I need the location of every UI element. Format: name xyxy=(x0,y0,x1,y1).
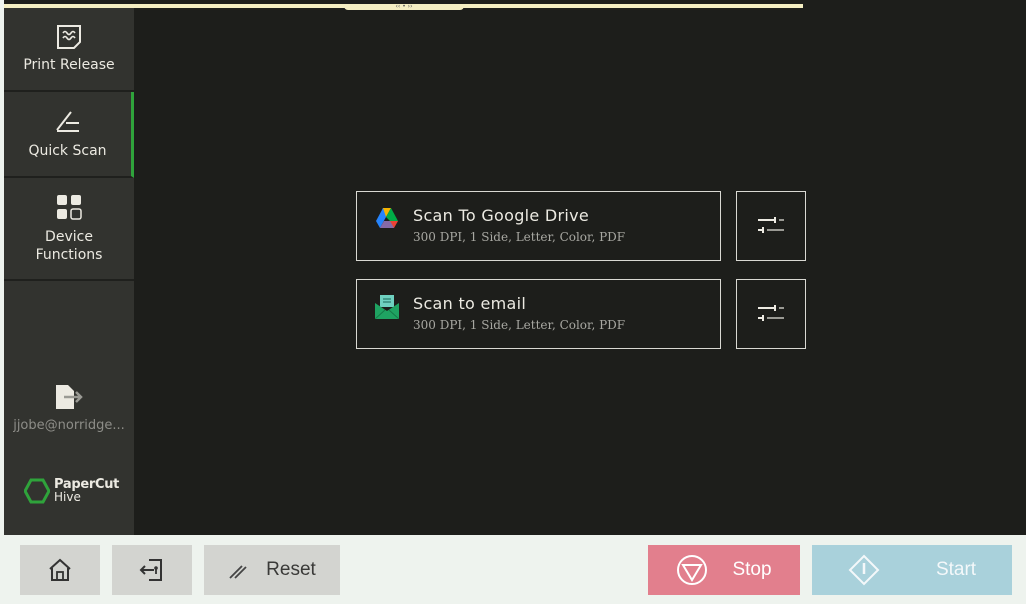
sidebar-item-label: Device Functions xyxy=(35,229,103,263)
scan-details: 300 DPI, 1 Side, Letter, Color, PDF xyxy=(413,318,626,332)
device-functions-icon xyxy=(57,195,82,220)
google-drive-options-button[interactable] xyxy=(736,191,806,261)
email-options-button[interactable] xyxy=(736,279,806,349)
quick-scan-icon xyxy=(55,111,79,132)
scan-details: 300 DPI, 1 Side, Letter, Color, PDF xyxy=(413,230,626,244)
scan-to-google-drive-card[interactable]: Scan To Google Drive 300 DPI, 1 Side, Le… xyxy=(356,191,721,261)
hexagon-logo-icon xyxy=(24,478,50,504)
sidebar: Print Release Quick Scan Device Function… xyxy=(4,8,134,535)
sidebar-item-device-functions[interactable]: Device Functions xyxy=(4,178,134,281)
home-button[interactable] xyxy=(20,545,100,595)
reset-label: Reset xyxy=(266,559,316,580)
main-screen xyxy=(4,0,1026,535)
stop-button[interactable]: Stop xyxy=(648,545,800,595)
logout-icon xyxy=(56,385,83,409)
top-pull-handle[interactable]: ‹‹ • ›› xyxy=(344,4,464,10)
print-release-icon xyxy=(57,25,81,49)
home-icon xyxy=(49,558,71,581)
start-icon xyxy=(848,554,880,586)
device-logout-button[interactable] xyxy=(112,545,192,595)
stop-label: Stop xyxy=(732,559,772,580)
device-logout-icon xyxy=(139,559,162,581)
reset-button[interactable]: Reset xyxy=(204,545,340,595)
user-logout[interactable]: jjobe@norridge... xyxy=(4,382,134,433)
start-label: Start xyxy=(935,559,977,580)
start-button[interactable]: Start xyxy=(812,545,1012,595)
settings-sliders-icon xyxy=(758,305,784,321)
sidebar-item-label: Quick Scan xyxy=(28,143,107,159)
stop-icon xyxy=(677,555,708,585)
sidebar-item-print-release[interactable]: Print Release xyxy=(4,8,134,92)
logo-line2: Hive xyxy=(54,490,81,504)
reset-icon xyxy=(229,565,247,579)
scan-title: Scan To Google Drive xyxy=(413,206,590,225)
sidebar-item-label: Print Release xyxy=(23,57,115,73)
sidebar-item-quick-scan[interactable]: Quick Scan xyxy=(4,92,134,178)
scan-to-email-card[interactable]: Scan to email 300 DPI, 1 Side, Letter, C… xyxy=(356,279,721,349)
user-account-label: jjobe@norridge... xyxy=(13,418,125,433)
settings-sliders-icon xyxy=(758,217,784,233)
scan-title: Scan to email xyxy=(413,294,527,313)
papercut-hive-logo: PaperCut Hive xyxy=(24,478,119,504)
google-drive-icon xyxy=(376,208,398,228)
email-icon xyxy=(375,295,399,319)
